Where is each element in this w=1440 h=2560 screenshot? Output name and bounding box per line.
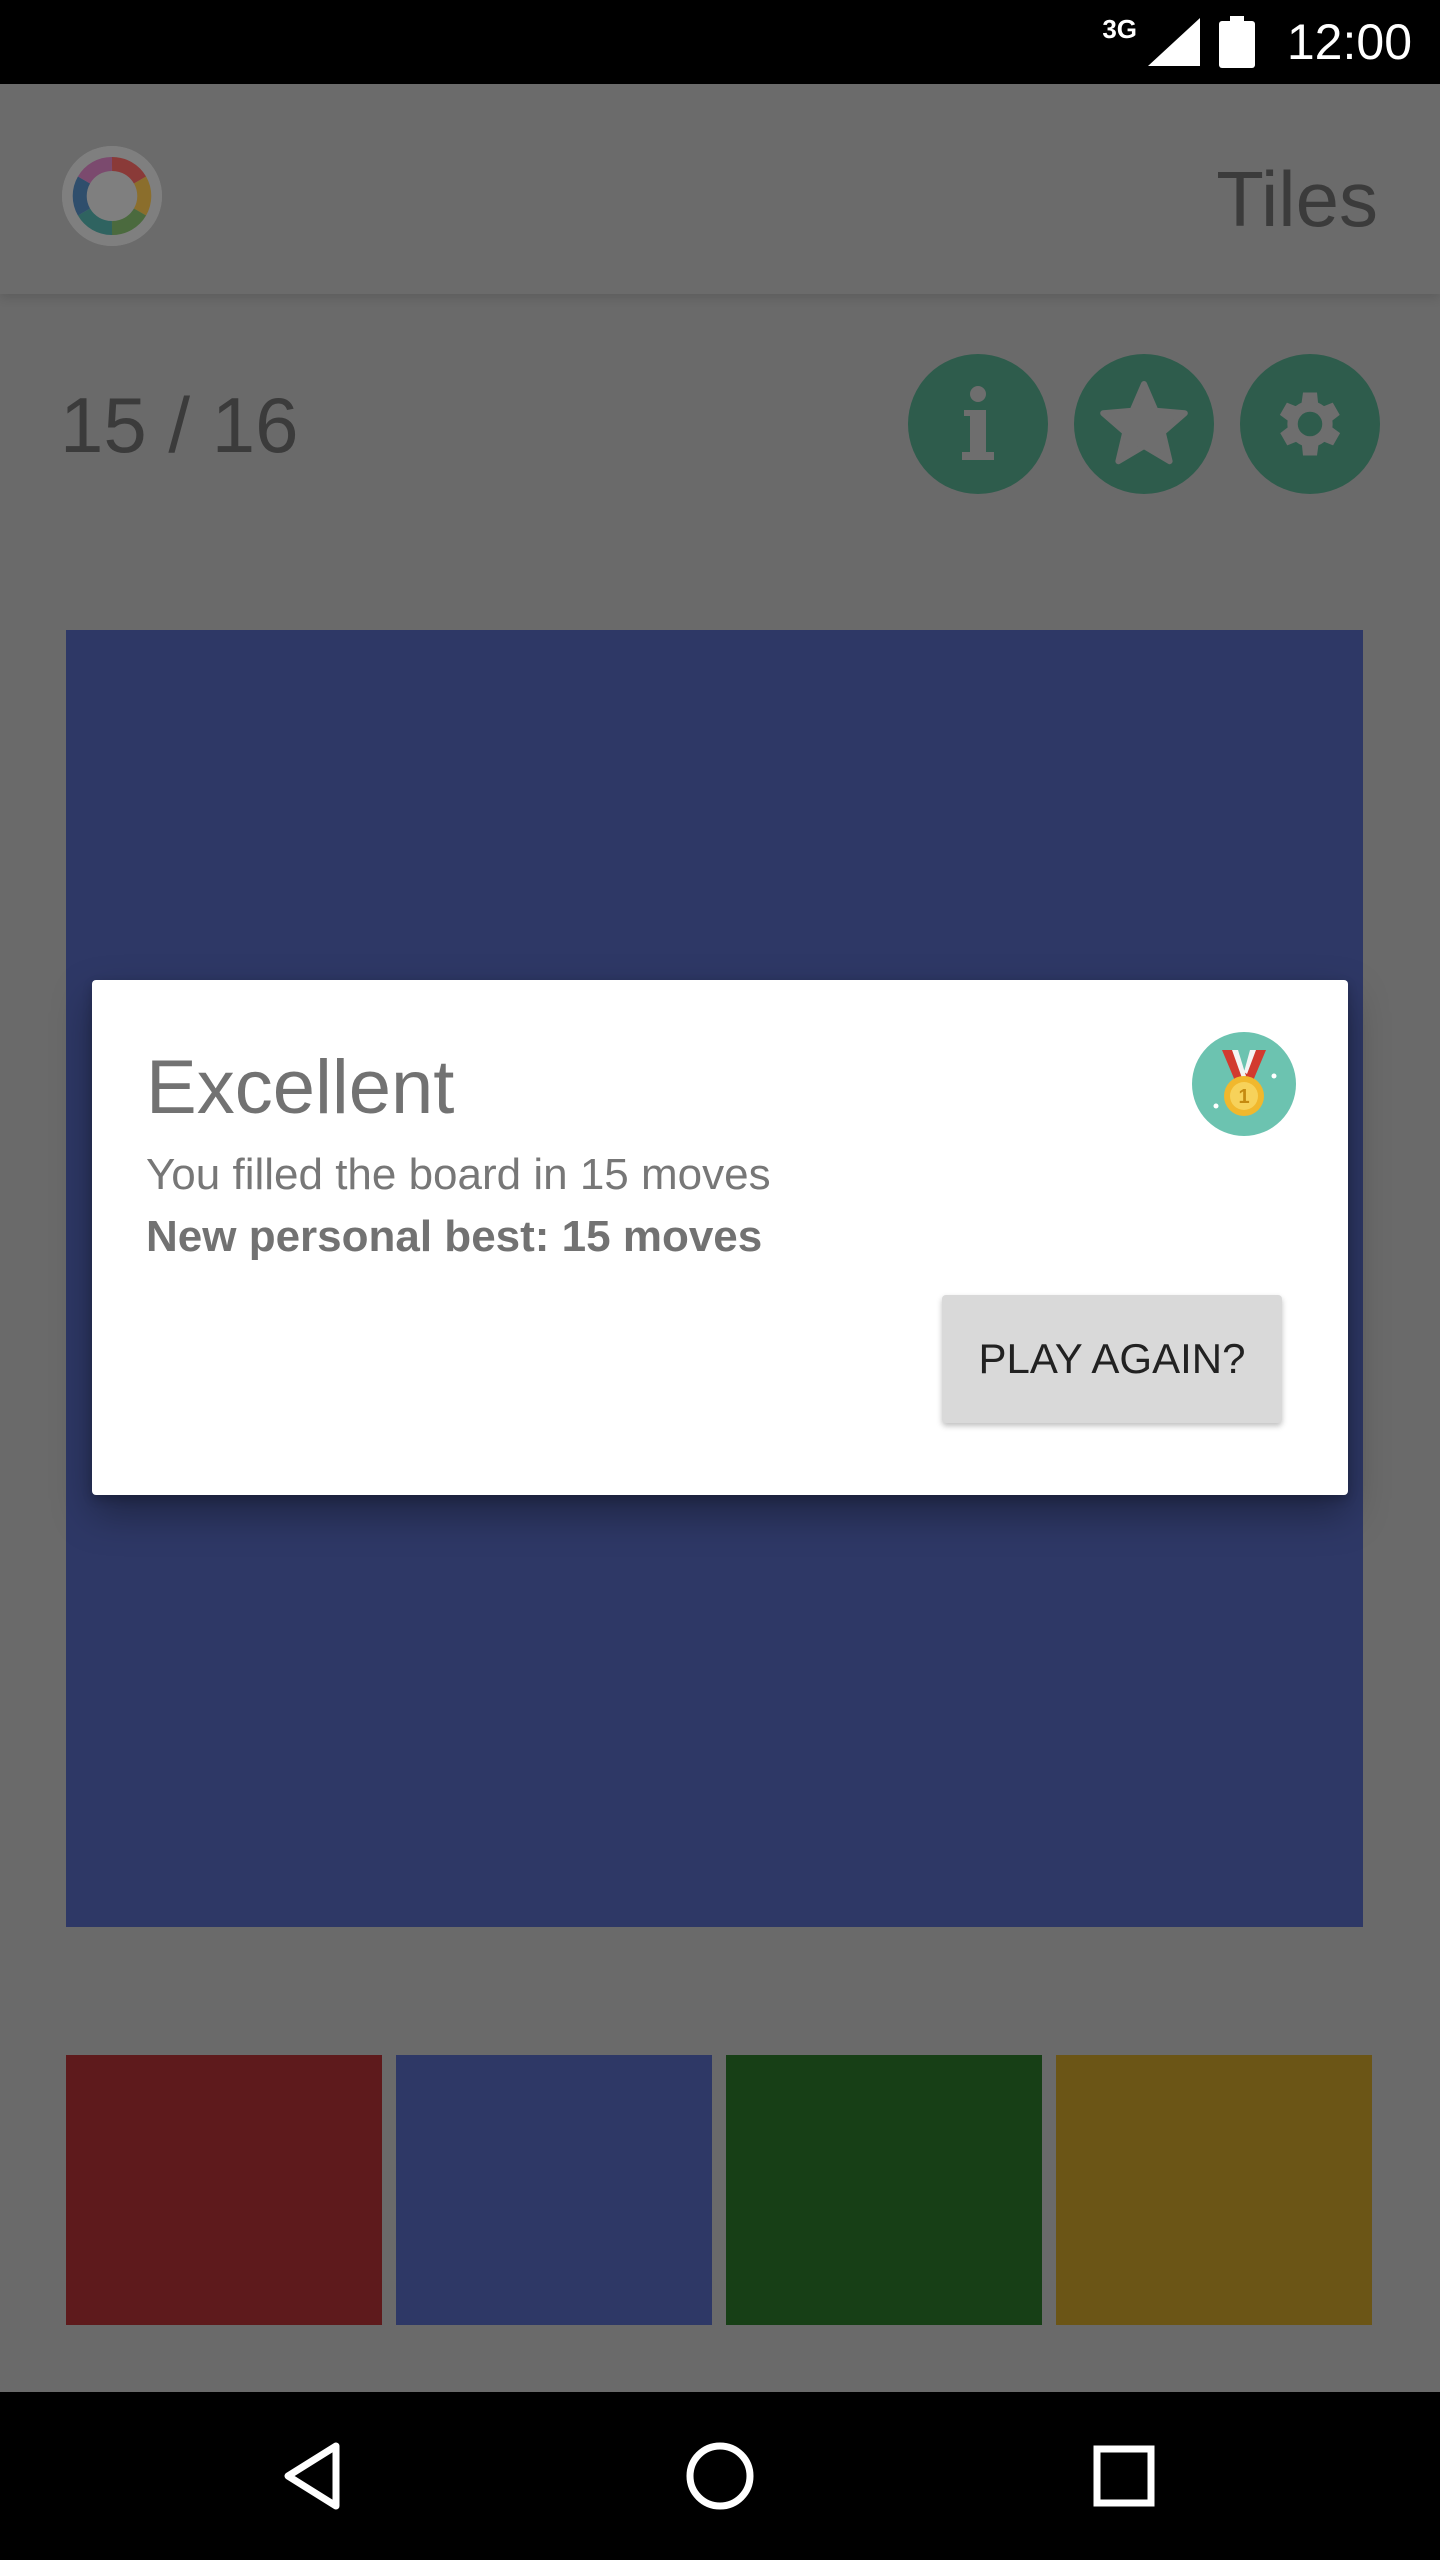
personal-best-text: New personal best: 15 moves [146,1212,763,1261]
svg-text:1: 1 [1238,1086,1249,1108]
home-circle-icon[interactable] [680,2436,760,2516]
back-triangle-icon[interactable] [276,2436,356,2516]
recents-square-icon[interactable] [1084,2436,1164,2516]
color-wheel-icon[interactable] [62,146,162,246]
gold-medal-icon: 1 [1192,1032,1296,1136]
status-time: 12:00 [1286,14,1412,70]
achievements-button[interactable] [1074,354,1214,494]
battery-icon [1219,16,1255,68]
network-type: 3G [1102,14,1137,44]
settings-button[interactable] [1240,354,1380,494]
app-title: Tiles [1216,155,1378,243]
move-counter: 15 / 16 [60,381,299,469]
result-dialog: Excellent 1 You filled the board in 15 m… [92,980,1348,1495]
color-swatch-blue[interactable] [396,2055,712,2325]
color-swatch-yellow[interactable] [1056,2055,1372,2325]
status-bar: 3G 12:00 [0,0,1440,84]
play-again-button[interactable]: PLAY AGAIN? [942,1295,1282,1423]
star-icon [1100,381,1188,465]
app-bar: Tiles [0,84,1440,294]
navigation-bar [0,2392,1440,2560]
info-button[interactable] [908,354,1048,494]
gear-icon [1279,392,1341,456]
dialog-title: Excellent [146,1045,455,1130]
color-swatch-red[interactable] [66,2055,382,2325]
info-icon [962,386,994,460]
dialog-message: You filled the board in 15 moves [146,1150,771,1199]
color-swatch-green[interactable] [726,2055,1042,2325]
signal-icon [1148,18,1200,66]
